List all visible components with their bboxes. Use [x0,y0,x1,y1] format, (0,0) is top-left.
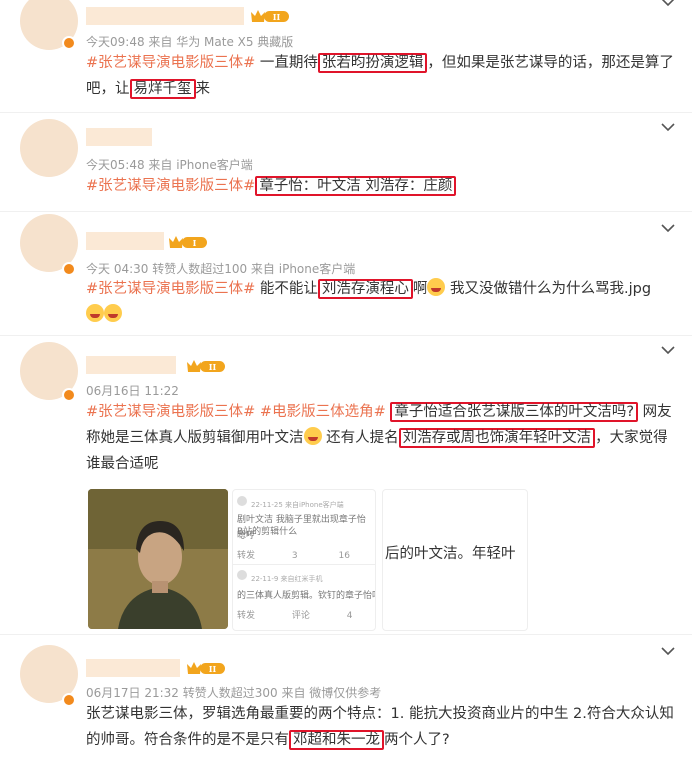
username-redacted[interactable] [86,659,180,677]
username-redacted[interactable] [86,128,152,146]
emoji-icon [427,278,446,296]
chevron-down-icon[interactable] [658,119,678,135]
avatar[interactable] [20,119,78,177]
avatar [237,496,247,506]
hashtag-link[interactable]: #张艺谋导演电影版三体# [86,281,255,297]
comment-actions: 转发 评论 4 [237,608,353,621]
username-redacted[interactable] [86,7,244,25]
text-segment: 来 [195,81,211,97]
post-meta: 今天05:48 来自 iPhone客户端 [86,158,253,172]
comment-count: 3 [291,551,298,561]
comment-meta: 22-11-25 来自iPhone客户端 [251,501,344,509]
weibo-post: 今天05:48 来自 iPhone客户端 #张艺谋导演电影版三体# 章子怡：叶文洁… [0,113,692,211]
username-redacted[interactable] [86,232,164,250]
like-count: 16 [338,551,350,561]
verified-badge-icon [62,693,76,707]
highlighted-text: 邓超和朱一龙 [289,730,384,750]
verified-badge-icon [62,262,76,276]
repost-label: 转发 [237,611,256,621]
emoji-icon [303,427,322,445]
badge-level: II [209,362,217,372]
text-segment: 啊 [412,281,428,297]
comment-meta: 22-11-9 来自红米手机 [251,575,323,583]
emoji-icon [104,304,122,322]
post-meta: 06月16日 11:22 [86,384,179,398]
highlighted-text: 章子怡适合张艺谋版三体的叶文洁吗? [390,402,639,422]
highlighted-text: 张若昀扮演逻辑 [317,53,428,73]
weibo-post: II 今天09:48 来自 华为 Mate X5 典藏版 #张艺谋导演电影版三体… [0,0,692,112]
verified-badge-icon [62,36,76,50]
hashtag-link[interactable]: #电影版三体选角# [260,404,386,420]
crown-badge-icon: II [187,662,225,674]
post-text: #张艺谋导演电影版三体# 能不能让 刘浩存演程心啊 我又没做错什么为什么骂我.jp… [86,276,668,328]
like-count: 4 [346,611,353,621]
comment-text: 剧叶文洁 我脑子里就出现章子怡 B站的剪辑什么 [237,515,366,537]
badge-level: II [273,12,281,22]
text-segment: 一直期待 [255,55,318,71]
comment-text-continued: 嗯哼 [237,531,256,541]
comment-text: 的三体真人版剪辑。钦钉的章子怡叶文洁 [237,591,375,601]
post-text: #张艺谋导演电影版三体# 章子怡：叶文洁 刘浩存：庄颜 [86,173,678,199]
weibo-post: I 今天 04:30 转赞人数超过100 来自 iPhone客户端 #张艺谋导演… [0,212,692,335]
post-text: #张艺谋导演电影版三体# #电影版三体选角# 章子怡适合张艺谋版三体的叶文洁吗?… [86,399,678,477]
highlighted-text: 章子怡：叶文洁 刘浩存：庄颜 [255,176,457,196]
post-meta: 今天09:48 来自 华为 Mate X5 典藏版 [86,35,294,49]
post-image-comment-screenshot[interactable]: 22-11-25 来自iPhone客户端 剧叶文洁 我脑子里就出现章子怡 B站的… [232,489,376,631]
text-segment: 两个人了? [384,732,450,748]
comment-actions: 转发 3 16 [237,548,350,561]
chevron-down-icon[interactable] [658,342,678,358]
text-segment: 我又没做错什么为什么骂我.jpg [445,281,652,297]
chevron-down-icon[interactable] [658,220,678,236]
highlighted-text: 刘浩存演程心 [317,279,413,299]
weibo-post: II 06月16日 11:22 #张艺谋导演电影版三体# #电影版三体选角# 章… [0,336,692,636]
badge-level: I [193,238,197,248]
hashtag-link[interactable]: #张艺谋导演电影版三体# [86,178,255,194]
highlighted-text: 刘浩存或周也饰演年轻叶文洁 [398,428,596,448]
caption-text: 后的叶文洁。年轻叶 [385,546,516,562]
emoji-icon [86,304,104,322]
crown-badge-icon: II [187,360,225,372]
post-image-caption[interactable]: 后的叶文洁。年轻叶 [382,489,528,631]
portrait-illustration [88,489,228,629]
chevron-down-icon[interactable] [658,643,678,659]
hashtag-link[interactable]: #张艺谋导演电影版三体# [86,404,255,420]
text-segment: 能不能让 [255,281,318,297]
hashtag-link[interactable]: #张艺谋导演电影版三体# [86,55,255,71]
highlighted-text: 易烊千玺 [129,79,196,99]
post-meta: 今天 04:30 转赞人数超过100 来自 iPhone客户端 [86,262,356,276]
weibo-post: II 06月17日 21:32 转赞人数超过300 来自 微博仅供参考 张艺谋电… [0,635,692,760]
badge-level: II [209,664,217,674]
post-image-portrait[interactable] [88,489,228,629]
avatar [237,570,247,580]
crown-badge-icon: II [251,10,289,22]
username-redacted[interactable] [86,356,176,374]
post-meta: 06月17日 21:32 转赞人数超过300 来自 微博仅供参考 [86,686,382,700]
post-text: 张艺谋电影三体，罗辑选角最重要的两个特点：1. 能抗大投资商业片的中生 2.符合… [86,701,678,753]
crown-badge-icon: I [169,236,207,248]
repost-label: 转发 [237,551,256,561]
verified-badge-icon [62,388,76,402]
comment-label: 评论 [291,611,310,621]
post-text: #张艺谋导演电影版三体# 一直期待 张若昀扮演逻辑 ，但如果是张艺谋导的话，那还是算… [86,50,678,102]
text-segment: 还有人提名 [321,430,399,446]
